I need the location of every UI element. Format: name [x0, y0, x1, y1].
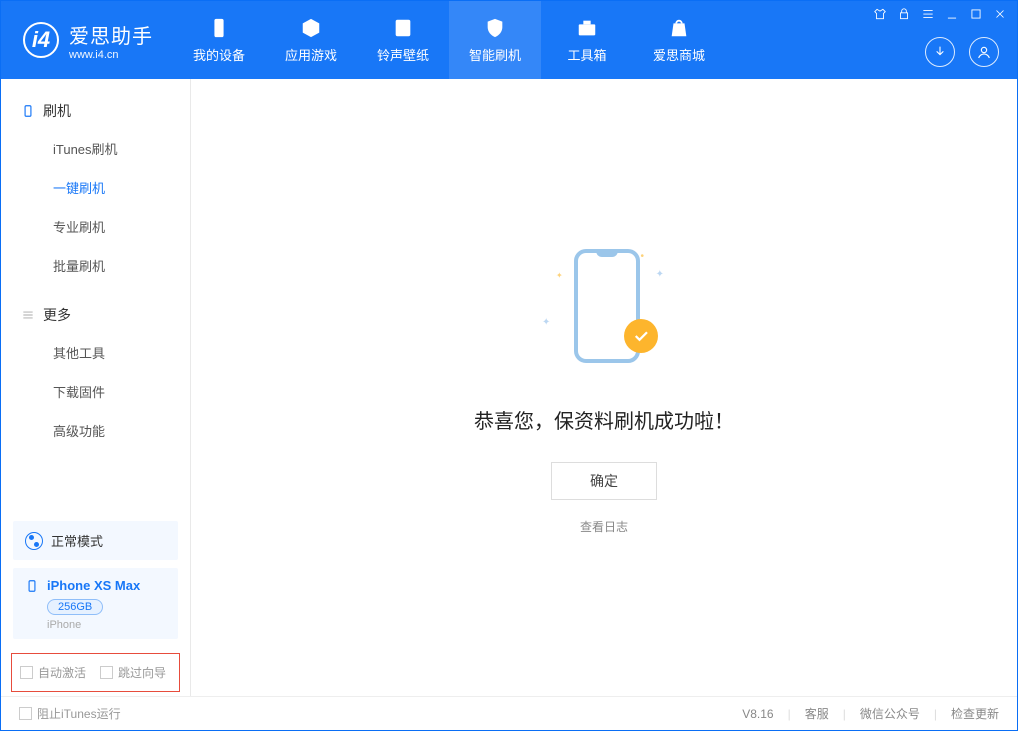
check-badge-icon — [624, 319, 658, 353]
device-name: iPhone XS Max — [47, 578, 140, 593]
phone-small-icon — [25, 579, 39, 593]
sidebar-item-batch[interactable]: 批量刷机 — [1, 246, 190, 285]
checkbox-label: 跳过向导 — [118, 664, 166, 681]
sidebar-item-itunes[interactable]: iTunes刷机 — [1, 129, 190, 168]
window-controls — [873, 7, 1007, 21]
logo-icon: i4 — [23, 22, 59, 58]
nav-ringtone[interactable]: 铃声壁纸 — [357, 1, 449, 79]
checkbox-skip-guide[interactable]: 跳过向导 — [100, 664, 166, 681]
body: 刷机 iTunes刷机 一键刷机 专业刷机 批量刷机 更多 其他工具 下载固件 … — [1, 79, 1017, 696]
mode-label: 正常模式 — [51, 531, 103, 550]
header-user-area — [925, 37, 999, 67]
header: i4 爱思助手 www.i4.cn 我的设备 应用游戏 铃声壁纸 智能刷机 — [1, 1, 1017, 79]
nav-toolbox[interactable]: 工具箱 — [541, 1, 633, 79]
nav-label: 应用游戏 — [285, 45, 337, 64]
close-icon[interactable] — [993, 7, 1007, 21]
checkbox-label: 自动激活 — [38, 664, 86, 681]
shield-icon — [484, 17, 506, 39]
nav-label: 智能刷机 — [469, 45, 521, 64]
sidebar-item-oneclick[interactable]: 一键刷机 — [1, 168, 190, 207]
success-message: 恭喜您，保资料刷机成功啦！ — [474, 405, 734, 434]
checkbox-label: 阻止iTunes运行 — [37, 705, 121, 722]
bag-icon — [668, 17, 690, 39]
checkbox-block-itunes[interactable]: 阻止iTunes运行 — [19, 705, 121, 722]
nav-label: 工具箱 — [567, 45, 606, 64]
footer-link-support[interactable]: 客服 — [805, 705, 829, 722]
section-label: 刷机 — [43, 101, 71, 121]
checkbox-icon — [20, 666, 33, 679]
user-button[interactable] — [969, 37, 999, 67]
device-capacity: 256GB — [47, 599, 103, 615]
mode-icon — [25, 532, 43, 550]
mode-card[interactable]: 正常模式 — [13, 521, 178, 560]
footer-link-wechat[interactable]: 微信公众号 — [860, 705, 920, 722]
shirt-icon[interactable] — [873, 7, 887, 21]
footer-link-update[interactable]: 检查更新 — [951, 705, 999, 722]
maximize-icon[interactable] — [969, 7, 983, 21]
checkbox-icon — [100, 666, 113, 679]
nav-flash[interactable]: 智能刷机 — [449, 1, 541, 79]
section-more-title: 更多 — [1, 297, 190, 333]
view-log-link[interactable]: 查看日志 — [580, 518, 628, 535]
phone-icon — [208, 17, 230, 39]
device-icon — [21, 104, 35, 118]
section-flash-title: 刷机 — [1, 93, 190, 129]
sparkle-icon: • — [640, 251, 644, 262]
sidebar: 刷机 iTunes刷机 一键刷机 专业刷机 批量刷机 更多 其他工具 下载固件 … — [1, 79, 191, 696]
version-label: V8.16 — [742, 707, 773, 721]
sidebar-item-advanced[interactable]: 高级功能 — [1, 411, 190, 450]
nav-my-device[interactable]: 我的设备 — [173, 1, 265, 79]
nav-label: 铃声壁纸 — [377, 45, 429, 64]
app-window: i4 爱思助手 www.i4.cn 我的设备 应用游戏 铃声壁纸 智能刷机 — [0, 0, 1018, 731]
sparkle-icon: ✦ — [656, 269, 664, 280]
cube-icon — [300, 17, 322, 39]
ok-button[interactable]: 确定 — [551, 462, 657, 500]
success-illustration: ✦ ✦ ✦ • — [534, 241, 674, 381]
app-url: www.i4.cn — [69, 49, 153, 61]
music-icon — [392, 17, 414, 39]
nav-apps[interactable]: 应用游戏 — [265, 1, 357, 79]
nav-store[interactable]: 爱思商城 — [633, 1, 725, 79]
nav-label: 我的设备 — [193, 45, 245, 64]
main-nav: 我的设备 应用游戏 铃声壁纸 智能刷机 工具箱 爱思商城 — [173, 1, 725, 79]
checkbox-auto-activate[interactable]: 自动激活 — [20, 664, 86, 681]
device-card[interactable]: iPhone XS Max 256GB iPhone — [13, 568, 178, 639]
list-icon — [21, 308, 35, 322]
section-label: 更多 — [43, 305, 71, 325]
toolbox-icon — [576, 17, 598, 39]
menu-icon[interactable] — [921, 7, 935, 21]
download-button[interactable] — [925, 37, 955, 67]
logo: i4 爱思助手 www.i4.cn — [1, 1, 173, 79]
main-content: ✦ ✦ ✦ • 恭喜您，保资料刷机成功啦！ 确定 查看日志 — [191, 79, 1017, 696]
minimize-icon[interactable] — [945, 7, 959, 21]
sidebar-item-download-fw[interactable]: 下载固件 — [1, 372, 190, 411]
nav-label: 爱思商城 — [653, 45, 705, 64]
device-type: iPhone — [47, 619, 166, 631]
sidebar-item-othertools[interactable]: 其他工具 — [1, 333, 190, 372]
checkbox-icon — [19, 707, 32, 720]
sidebar-item-pro[interactable]: 专业刷机 — [1, 207, 190, 246]
lock-icon[interactable] — [897, 7, 911, 21]
footer: 阻止iTunes运行 V8.16 | 客服 | 微信公众号 | 检查更新 — [1, 696, 1017, 730]
bottom-options: 自动激活 跳过向导 — [11, 653, 180, 692]
sparkle-icon: ✦ — [542, 317, 550, 328]
sparkle-icon: ✦ — [556, 271, 563, 280]
app-name: 爱思助手 — [69, 20, 153, 49]
